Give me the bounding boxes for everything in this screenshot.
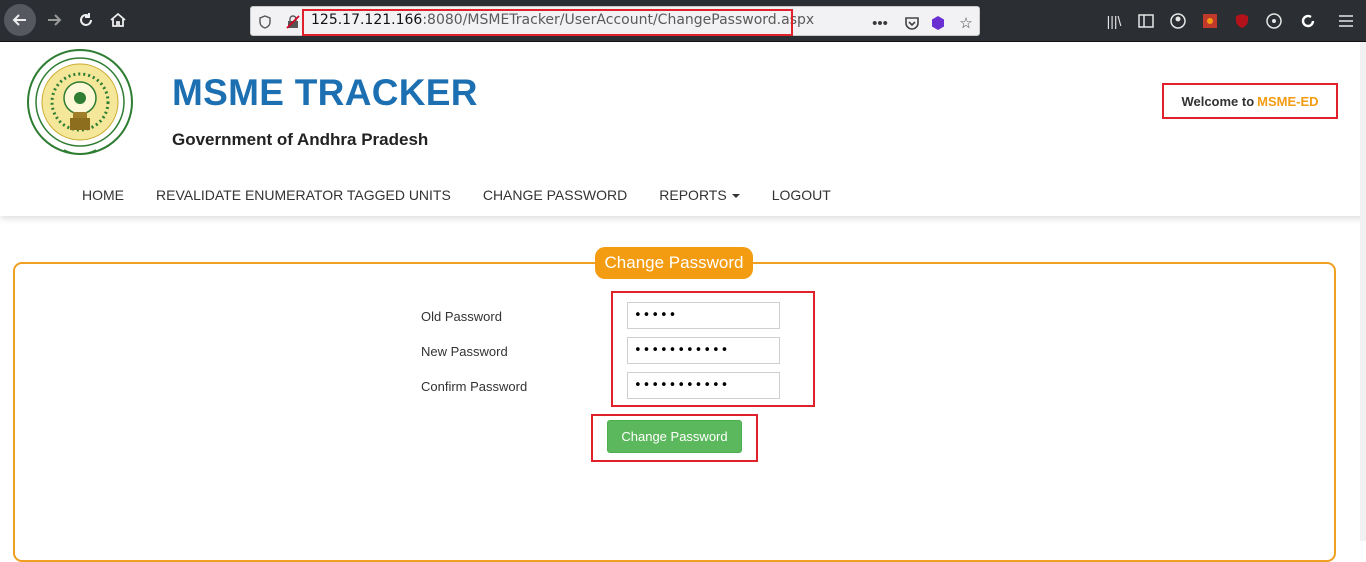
page-actions-icon[interactable]: ••• — [871, 14, 889, 32]
main-menu: HOME REVALIDATE ENUMERATOR TAGGED UNITS … — [66, 187, 847, 203]
browser-toolbar: 125.17.121.166:8080/MSMETracker/UserAcco… — [0, 0, 1366, 42]
menu-item-change-password[interactable]: CHANGE PASSWORD — [467, 187, 643, 203]
hamburger-menu-icon[interactable] — [1336, 11, 1356, 31]
menu-item-logout[interactable]: LOGOUT — [756, 187, 847, 203]
menu-item-home[interactable]: HOME — [66, 187, 140, 203]
arrow-right-icon — [48, 14, 62, 26]
url-highlight-box — [302, 9, 793, 36]
new-password-label: New Password — [421, 344, 508, 359]
bookmark-star-icon[interactable]: ☆ — [957, 14, 975, 32]
reload-icon — [80, 13, 92, 26]
welcome-user: MSME-ED — [1257, 93, 1319, 109]
change-password-button[interactable]: Change Password — [607, 420, 742, 453]
welcome-prefix: Welcome to — [1181, 93, 1255, 109]
library-icon[interactable]: |||\ — [1104, 11, 1124, 31]
menu-item-reports-label: REPORTS — [659, 187, 727, 203]
home-button[interactable] — [104, 6, 132, 34]
extension-cube-icon[interactable] — [929, 14, 947, 32]
caret-down-icon — [731, 194, 740, 199]
pocket-icon[interactable] — [903, 14, 921, 32]
arrow-left-icon — [12, 14, 26, 26]
site-title: MSME TRACKER — [172, 72, 478, 113]
extension-film-icon[interactable] — [1264, 11, 1284, 31]
extension-gear-icon[interactable] — [1200, 11, 1220, 31]
confirm-password-input[interactable] — [627, 372, 780, 399]
sidebar-icon[interactable] — [1136, 11, 1156, 31]
site-header: MSME TRACKER Government of Andhra Prades… — [0, 42, 1366, 216]
panel-legend: Change Password — [595, 247, 753, 279]
new-password-input[interactable] — [627, 337, 780, 364]
old-password-input[interactable] — [627, 302, 780, 329]
extension-ring-icon[interactable] — [1298, 11, 1318, 31]
back-button[interactable] — [4, 4, 36, 36]
welcome-message: Welcome to MSME-ED — [1162, 83, 1338, 119]
andhra-pradesh-emblem-logo — [27, 49, 133, 155]
menu-item-revalidate-units[interactable]: REVALIDATE ENUMERATOR TAGGED UNITS — [140, 187, 467, 203]
shield-icon[interactable] — [257, 14, 273, 30]
insecure-lock-icon[interactable] — [285, 14, 301, 30]
menu-item-reports[interactable]: REPORTS — [643, 187, 755, 203]
site-subtitle: Government of Andhra Pradesh — [172, 130, 429, 149]
page-scrollbar[interactable] — [1360, 42, 1366, 541]
reload-button[interactable] — [72, 6, 100, 34]
confirm-password-label: Confirm Password — [421, 379, 528, 394]
account-icon[interactable] — [1168, 11, 1188, 31]
old-password-label: Old Password — [421, 309, 502, 324]
home-icon — [110, 12, 126, 27]
forward-button[interactable] — [40, 6, 68, 34]
ublock-shield-icon[interactable] — [1232, 11, 1252, 31]
